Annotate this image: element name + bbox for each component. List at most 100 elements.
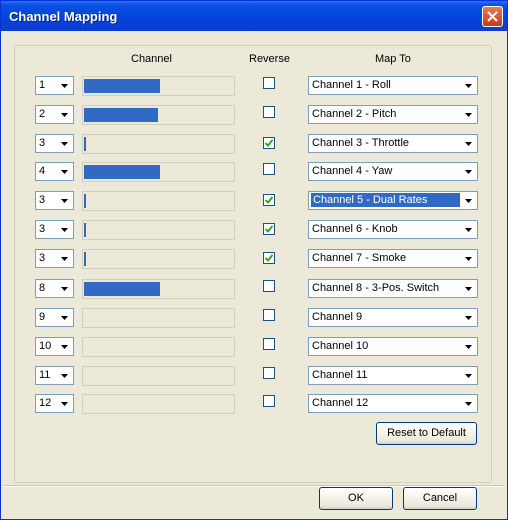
- map-to-dropdown-button[interactable]: [461, 310, 476, 325]
- reverse-checkbox[interactable]: [263, 338, 275, 350]
- chevron-down-icon: [465, 228, 472, 232]
- source-channel-value: 3: [39, 252, 46, 264]
- map-to-dropdown-button[interactable]: [461, 222, 476, 237]
- source-channel-dropdown-button[interactable]: [57, 222, 72, 237]
- reset-to-default-button[interactable]: Reset to Default: [376, 422, 477, 445]
- chevron-down-icon: [465, 170, 472, 174]
- channel-level-fill: [84, 223, 86, 237]
- channel-level-bar: [82, 308, 235, 328]
- map-to-dropdown-button[interactable]: [461, 193, 476, 208]
- source-channel-dropdown-button[interactable]: [57, 107, 72, 122]
- map-to-select[interactable]: Channel 7 - Smoke: [308, 249, 478, 268]
- source-channel-dropdown-button[interactable]: [57, 251, 72, 266]
- mapping-row: 10 Channel 10: [4, 337, 504, 357]
- channel-level-bar: [82, 249, 235, 269]
- chevron-down-icon: [465, 84, 472, 88]
- map-to-dropdown-button[interactable]: [461, 136, 476, 151]
- source-channel-select[interactable]: 12: [35, 394, 74, 413]
- reverse-checkbox[interactable]: [263, 223, 275, 235]
- source-channel-select[interactable]: 9: [35, 308, 74, 327]
- chevron-down-icon: [61, 199, 68, 203]
- source-channel-select[interactable]: 2: [35, 105, 74, 124]
- map-to-value: Channel 11: [312, 369, 368, 381]
- map-to-dropdown-button[interactable]: [461, 107, 476, 122]
- channel-level-bar: [82, 191, 235, 211]
- mapping-row: 9 Channel 9: [4, 308, 504, 328]
- source-channel-select[interactable]: 11: [35, 366, 74, 385]
- source-channel-dropdown-button[interactable]: [57, 136, 72, 151]
- source-channel-dropdown-button[interactable]: [57, 164, 72, 179]
- reverse-checkbox[interactable]: [263, 77, 275, 89]
- source-channel-value: 2: [39, 108, 46, 120]
- close-button[interactable]: [482, 6, 503, 27]
- map-to-select[interactable]: Channel 3 - Throttle: [308, 134, 478, 153]
- map-to-select[interactable]: Channel 9: [308, 308, 478, 327]
- source-channel-value: 3: [39, 137, 46, 149]
- source-channel-value: 8: [39, 282, 46, 294]
- chevron-down-icon: [465, 374, 472, 378]
- source-channel-value: 10: [39, 340, 52, 352]
- map-to-select[interactable]: Channel 5 - Dual Rates: [308, 191, 478, 210]
- source-channel-dropdown-button[interactable]: [57, 281, 72, 296]
- map-to-select[interactable]: Channel 12: [308, 394, 478, 413]
- map-to-select[interactable]: Channel 6 - Knob: [308, 220, 478, 239]
- mapping-row: 3 Channel 6 - Knob: [4, 220, 504, 240]
- mapping-row: 4 Channel 4 - Yaw: [4, 162, 504, 182]
- source-channel-value: 1: [39, 79, 46, 91]
- map-to-dropdown-button[interactable]: [461, 339, 476, 354]
- map-to-dropdown-button[interactable]: [461, 164, 476, 179]
- reverse-checkbox[interactable]: [263, 106, 275, 118]
- source-channel-select[interactable]: 3: [35, 249, 74, 268]
- source-channel-select[interactable]: 3: [35, 134, 74, 153]
- map-to-dropdown-button[interactable]: [461, 78, 476, 93]
- source-channel-select[interactable]: 3: [35, 220, 74, 239]
- channel-level-bar: [82, 134, 235, 154]
- source-channel-dropdown-button[interactable]: [57, 193, 72, 208]
- map-to-select[interactable]: Channel 8 - 3-Pos. Switch: [308, 279, 478, 298]
- channel-level-bar: [82, 162, 235, 182]
- source-channel-select[interactable]: 8: [35, 279, 74, 298]
- map-to-value: Channel 2 - Pitch: [312, 108, 397, 120]
- title-bar[interactable]: Channel Mapping: [1, 1, 507, 31]
- source-channel-value: 9: [39, 311, 46, 323]
- source-channel-dropdown-button[interactable]: [57, 78, 72, 93]
- source-channel-select[interactable]: 10: [35, 337, 74, 356]
- map-to-select[interactable]: Channel 10: [308, 337, 478, 356]
- reverse-checkbox[interactable]: [263, 367, 275, 379]
- mapping-row: 2 Channel 2 - Pitch: [4, 105, 504, 125]
- source-channel-select[interactable]: 1: [35, 76, 74, 95]
- reverse-checkbox[interactable]: [263, 137, 275, 149]
- map-to-dropdown-button[interactable]: [461, 251, 476, 266]
- map-to-select[interactable]: Channel 1 - Roll: [308, 76, 478, 95]
- source-channel-select[interactable]: 3: [35, 191, 74, 210]
- reverse-checkbox[interactable]: [263, 309, 275, 321]
- reverse-checkbox[interactable]: [263, 395, 275, 407]
- map-to-select[interactable]: Channel 11: [308, 366, 478, 385]
- chevron-down-icon: [61, 113, 68, 117]
- reverse-checkbox[interactable]: [263, 163, 275, 175]
- map-to-dropdown-button[interactable]: [461, 368, 476, 383]
- channel-level-fill: [84, 137, 86, 151]
- map-to-dropdown-button[interactable]: [461, 281, 476, 296]
- chevron-down-icon: [61, 316, 68, 320]
- source-channel-dropdown-button[interactable]: [57, 368, 72, 383]
- source-channel-dropdown-button[interactable]: [57, 339, 72, 354]
- chevron-down-icon: [465, 142, 472, 146]
- source-channel-dropdown-button[interactable]: [57, 396, 72, 411]
- source-channel-select[interactable]: 4: [35, 162, 74, 181]
- map-to-dropdown-button[interactable]: [461, 396, 476, 411]
- map-to-select[interactable]: Channel 2 - Pitch: [308, 105, 478, 124]
- ok-button[interactable]: OK: [319, 487, 393, 510]
- reverse-checkbox[interactable]: [263, 194, 275, 206]
- reverse-checkbox[interactable]: [263, 252, 275, 264]
- map-to-value: Channel 8 - 3-Pos. Switch: [312, 282, 440, 294]
- channel-level-bar: [82, 220, 235, 240]
- reverse-checkbox[interactable]: [263, 280, 275, 292]
- channel-level-fill: [84, 108, 158, 122]
- source-channel-dropdown-button[interactable]: [57, 310, 72, 325]
- reverse-header: Reverse: [249, 53, 290, 65]
- map-to-select[interactable]: Channel 4 - Yaw: [308, 162, 478, 181]
- chevron-down-icon: [61, 345, 68, 349]
- chevron-down-icon: [465, 402, 472, 406]
- cancel-button[interactable]: Cancel: [403, 487, 477, 510]
